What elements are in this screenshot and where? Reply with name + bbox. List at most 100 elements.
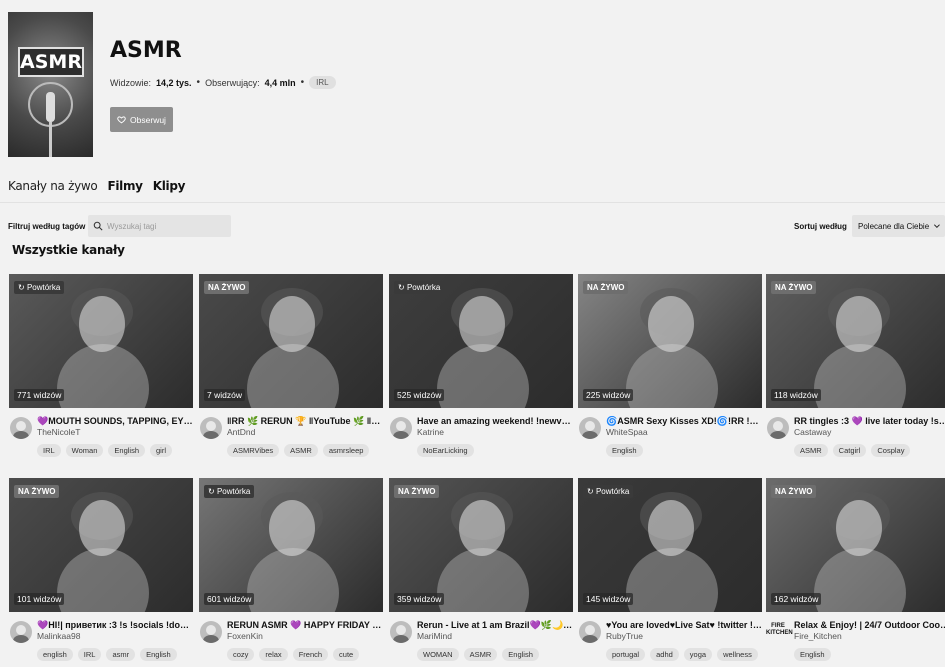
- tag-pill[interactable]: French: [292, 648, 329, 661]
- stream-card[interactable]: NA ŻYWO 225 widzów 🌀ASMR Sexy Kisses XD!🌀!…: [578, 274, 762, 457]
- tag-pill[interactable]: portugal: [606, 648, 646, 661]
- tag-pill[interactable]: English: [794, 648, 831, 661]
- stream-card[interactable]: ↻ Powtórka 525 widzów Have an amazing week…: [389, 274, 573, 457]
- viewer-count: 7 widzów: [204, 389, 245, 401]
- avatar[interactable]: [10, 621, 32, 643]
- tag-search-input[interactable]: [107, 221, 227, 231]
- tag-pill[interactable]: IRL: [37, 444, 61, 457]
- live-badge: NA ŻYWO: [771, 485, 817, 498]
- stream-card[interactable]: NA ŻYWO 162 widzów FIRE KITCHEN Relax & Enj…: [766, 478, 945, 661]
- tag-pill[interactable]: cute: [333, 648, 360, 661]
- cover-asmr-label: ASMR: [18, 47, 84, 77]
- stream-thumbnail[interactable]: ↻ Powtórka 601 widzów: [199, 478, 383, 612]
- tag-pill[interactable]: girl: [150, 444, 173, 457]
- stream-card[interactable]: NA ŻYWO 101 widzów 💜HI!| приветик :3 !s !s…: [9, 478, 193, 661]
- tag-pill[interactable]: Catgirl: [832, 444, 867, 457]
- viewers-label: Widzowie:: [110, 77, 152, 88]
- tag-pill[interactable]: IRL: [77, 648, 102, 661]
- viewer-count: 162 widzów: [771, 593, 822, 605]
- viewers-value: 14,2 tys.: [156, 77, 192, 88]
- stream-title[interactable]: RR tingles :3 💜 live later today !s for …: [794, 416, 945, 427]
- tag-pill[interactable]: asmrsleep: [322, 444, 370, 457]
- stream-title[interactable]: Relax & Enjoy! | 24/7 Outdoor Cookin...: [794, 620, 945, 630]
- tag-pill[interactable]: english: [37, 648, 73, 661]
- channel-name[interactable]: Katrine: [417, 427, 444, 437]
- avatar[interactable]: [579, 621, 601, 643]
- stream-title[interactable]: 🌀ASMR Sexy Kisses XD!🌀!RR !s for ...: [606, 416, 762, 427]
- tag-pill[interactable]: ASMR: [794, 444, 828, 457]
- replay-badge: ↻ Powtórka: [394, 281, 445, 294]
- fire-kitchen-logo-icon[interactable]: FIRE KITCHEN: [766, 623, 793, 643]
- tag-pill[interactable]: yoga: [683, 648, 713, 661]
- avatar[interactable]: [390, 417, 412, 439]
- stream-meta: Rerun - Live at 1 am Brazil💜🌿🌙 !c... Mari…: [389, 619, 573, 667]
- stream-meta: FIRE KITCHEN Relax & Enjoy! | 24/7 Outdoo…: [766, 619, 945, 667]
- stream-meta: 💜HI!| приветик :3 !s !socials !donat... M…: [9, 619, 193, 667]
- tag-pill[interactable]: ASMR: [284, 444, 318, 457]
- stream-thumbnail[interactable]: NA ŻYWO 7 widzów: [199, 274, 383, 408]
- avatar[interactable]: [390, 621, 412, 643]
- follow-button[interactable]: Obserwuj: [110, 107, 173, 132]
- stream-card[interactable]: ↻ Powtórka 145 widzów ♥You are loved♥Live …: [578, 478, 762, 661]
- channel-name[interactable]: TheNicoleT: [37, 427, 80, 437]
- sort-dropdown[interactable]: Polecane dla Ciebie: [852, 215, 945, 237]
- stream-card[interactable]: ↻ Powtórka 771 widzów 💜MOUTH SOUNDS, TAPPI…: [9, 274, 193, 457]
- stream-thumbnail[interactable]: ↻ Powtórka 525 widzów: [389, 274, 573, 408]
- stream-title[interactable]: 💜MOUTH SOUNDS, TAPPING, EYE C...: [37, 416, 193, 427]
- tag-pill[interactable]: ASMRVibes: [227, 444, 280, 457]
- tag-pill[interactable]: English: [502, 648, 539, 661]
- channel-name[interactable]: Fire_Kitchen: [794, 631, 842, 641]
- tag-pill[interactable]: Woman: [65, 444, 104, 457]
- stream-thumbnail[interactable]: NA ŻYWO 225 widzów: [578, 274, 762, 408]
- channel-name[interactable]: MariMind: [417, 631, 452, 641]
- channel-cover-image: ASMR: [8, 12, 93, 157]
- avatar[interactable]: [200, 417, 222, 439]
- stream-title[interactable]: Rerun - Live at 1 am Brazil💜🌿🌙 !c...: [417, 620, 573, 631]
- tag-pill[interactable]: wellness: [717, 648, 758, 661]
- stream-thumbnail[interactable]: ↻ Powtórka 145 widzów: [578, 478, 762, 612]
- tab-clips[interactable]: Klipy: [153, 179, 186, 193]
- stream-thumbnail[interactable]: NA ŻYWO 118 widzów: [766, 274, 945, 408]
- stream-card[interactable]: ↻ Powtórka 601 widzów RERUN ASMR 💜 HAPPY F…: [199, 478, 383, 661]
- channel-name[interactable]: RubyTrue: [606, 631, 643, 641]
- avatar[interactable]: [200, 621, 222, 643]
- stream-title[interactable]: ♥You are loved♥Live Sat♥ !twitter !i...: [606, 620, 762, 630]
- tag-pill[interactable]: cozy: [227, 648, 255, 661]
- tag-search-box[interactable]: [88, 215, 231, 237]
- tab-live-channels[interactable]: Kanały na żywo: [8, 179, 98, 193]
- stream-card[interactable]: NA ŻYWO 359 widzów Rerun - Live at 1 am Br…: [389, 478, 573, 661]
- tag-pill[interactable]: Cosplay: [871, 444, 911, 457]
- stream-thumbnail[interactable]: ↻ Powtórka 771 widzów: [9, 274, 193, 408]
- channel-name[interactable]: Castaway: [794, 427, 831, 437]
- avatar[interactable]: [767, 417, 789, 439]
- stream-thumbnail[interactable]: NA ŻYWO 359 widzów: [389, 478, 573, 612]
- stream-title[interactable]: RERUN ASMR 💜 HAPPY FRIDAY TIN...: [227, 620, 383, 631]
- stream-title[interactable]: ‖RR 🌿 RERUN 🏆 ‖YouTube 🌿 ‖Red...: [227, 416, 383, 427]
- tag-pill[interactable]: adhd: [650, 648, 679, 661]
- tag-pill[interactable]: WOMAN: [417, 648, 459, 661]
- category-tag[interactable]: IRL: [309, 76, 336, 89]
- avatar[interactable]: [579, 417, 601, 439]
- tag-pill[interactable]: relax: [259, 648, 288, 661]
- avatar[interactable]: [10, 417, 32, 439]
- viewer-count: 225 widzów: [583, 389, 634, 401]
- tag-pill[interactable]: ASMR: [463, 648, 498, 661]
- stream-title[interactable]: 💜HI!| приветик :3 !s !socials !donat...: [37, 620, 193, 631]
- channel-name[interactable]: FoxenKin: [227, 631, 263, 641]
- stream-card[interactable]: NA ŻYWO 118 widzów RR tingles :3 💜 live la…: [766, 274, 945, 457]
- stream-title[interactable]: Have an amazing weekend! !newvid o...: [417, 416, 573, 426]
- tab-videos[interactable]: Filmy: [107, 179, 143, 193]
- channel-name[interactable]: Malinkaa98: [37, 631, 80, 641]
- channel-name[interactable]: AntDnd: [227, 427, 255, 437]
- tag-pill[interactable]: English: [108, 444, 145, 457]
- tag-pill[interactable]: asmr: [106, 648, 136, 661]
- stream-card[interactable]: NA ŻYWO 7 widzów ‖RR 🌿 RERUN 🏆 ‖YouTube 🌿 …: [199, 274, 383, 457]
- stream-meta: Have an amazing weekend! !newvid o... Kat…: [389, 415, 573, 465]
- tag-pill[interactable]: English: [140, 648, 177, 661]
- tag-pill[interactable]: English: [606, 444, 643, 457]
- channel-name[interactable]: WhiteSpaa: [606, 427, 648, 437]
- stream-thumbnail[interactable]: NA ŻYWO 162 widzów: [766, 478, 945, 612]
- viewer-count: 145 widzów: [583, 593, 634, 605]
- stream-thumbnail[interactable]: NA ŻYWO 101 widzów: [9, 478, 193, 612]
- tag-pill[interactable]: NoEarLicking: [417, 444, 474, 457]
